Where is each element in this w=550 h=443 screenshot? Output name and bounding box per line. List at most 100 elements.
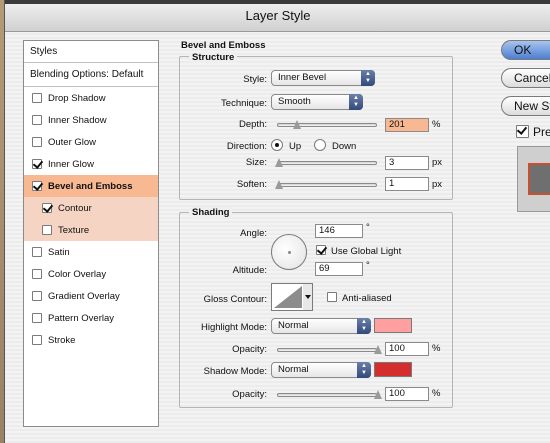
- style-checkbox[interactable]: [32, 247, 42, 257]
- style-item-label: Bevel and Emboss: [48, 180, 133, 192]
- highlight-opacity-label: Opacity:: [232, 344, 267, 355]
- angle-dial[interactable]: [271, 234, 307, 270]
- style-checkbox[interactable]: [32, 159, 42, 169]
- shadow-mode-popup[interactable]: Normal ▲ ▼: [271, 362, 371, 378]
- technique-value: Smooth: [278, 96, 311, 107]
- highlight-mode-popup[interactable]: Normal ▲ ▼: [271, 318, 371, 334]
- style-checkbox[interactable]: [32, 335, 42, 345]
- new-style-button[interactable]: New Style...: [501, 96, 550, 116]
- style-item-outer-glow[interactable]: Outer Glow: [24, 131, 158, 153]
- style-item-pattern-overlay[interactable]: Pattern Overlay: [24, 307, 158, 329]
- popup-arrows-icon: ▲ ▼: [357, 362, 371, 378]
- style-item-label: Inner Glow: [48, 158, 94, 170]
- popup-arrows-icon: ▲ ▼: [349, 94, 363, 110]
- use-global-light-checkbox[interactable]: [316, 245, 326, 255]
- direction-up-radio[interactable]: [271, 139, 283, 151]
- depth-slider-thumb[interactable]: [293, 120, 302, 129]
- highlight-opacity-thumb[interactable]: [374, 345, 383, 354]
- size-slider-track[interactable]: [277, 161, 377, 165]
- ok-button[interactable]: OK: [501, 40, 550, 60]
- style-item-gradient-overlay[interactable]: Gradient Overlay: [24, 285, 158, 307]
- direction-up-label: Up: [289, 141, 302, 152]
- style-popup[interactable]: Inner Bevel ▲ ▼: [271, 70, 375, 86]
- style-item-bevel-and-emboss[interactable]: Bevel and Emboss: [24, 175, 158, 197]
- style-item-label: Inner Shadow: [48, 114, 107, 126]
- title-strip: [5, 0, 550, 4]
- blending-options-item[interactable]: Blending Options: Default: [24, 63, 158, 87]
- style-item-drop-shadow[interactable]: Drop Shadow: [24, 87, 158, 109]
- direction-down-radio[interactable]: [314, 139, 326, 151]
- soften-label: Soften:: [236, 179, 267, 190]
- style-item-label: Color Overlay: [48, 268, 107, 280]
- depth-field[interactable]: 201: [385, 118, 429, 132]
- size-slider-thumb[interactable]: [275, 158, 284, 167]
- style-item-label: Stroke: [48, 334, 76, 346]
- cancel-button[interactable]: Cancel: [501, 68, 550, 88]
- gloss-contour-picker[interactable]: [271, 283, 313, 311]
- highlight-opacity-track[interactable]: [277, 348, 377, 352]
- style-checkbox[interactable]: [32, 137, 42, 147]
- style-item-texture[interactable]: Texture: [24, 219, 158, 241]
- style-item-color-overlay[interactable]: Color Overlay: [24, 263, 158, 285]
- shadow-color-swatch[interactable]: [374, 362, 412, 377]
- highlight-color-swatch[interactable]: [374, 318, 412, 333]
- preview-thumbnail: [517, 146, 550, 212]
- shadow-opacity-thumb[interactable]: [374, 390, 383, 399]
- preview-label: Preview: [533, 125, 550, 139]
- technique-popup[interactable]: Smooth ▲ ▼: [271, 94, 363, 110]
- shadow-opacity-track[interactable]: [277, 393, 377, 397]
- style-checkbox[interactable]: [32, 93, 42, 103]
- style-item-label: Satin: [48, 246, 70, 258]
- anti-aliased-checkbox[interactable]: [327, 292, 337, 302]
- use-global-light-label: Use Global Light: [331, 246, 402, 257]
- shadow-mode-value: Normal: [278, 364, 309, 375]
- popup-arrows-icon: ▲ ▼: [357, 318, 371, 334]
- size-field[interactable]: 3: [385, 156, 429, 170]
- size-unit: px: [432, 157, 443, 168]
- preview-checkbox[interactable]: [516, 125, 529, 138]
- direction-label: Direction:: [226, 141, 267, 152]
- style-item-contour[interactable]: Contour: [24, 197, 158, 219]
- styles-list: Styles Blending Options: Default Drop Sh…: [23, 40, 159, 427]
- altitude-degree: °: [366, 260, 370, 271]
- style-checkbox[interactable]: [32, 181, 42, 191]
- soften-unit: px: [432, 179, 443, 190]
- shadow-opacity-label: Opacity:: [232, 389, 267, 400]
- depth-slider-track[interactable]: [277, 123, 377, 127]
- highlight-mode-value: Normal: [278, 320, 309, 331]
- styles-header[interactable]: Styles: [24, 41, 158, 63]
- style-item-label: Outer Glow: [48, 136, 97, 148]
- altitude-field[interactable]: 69: [315, 262, 363, 276]
- style-item-label: Contour: [58, 202, 92, 214]
- shading-title: Shading: [189, 207, 233, 218]
- style-label: Style:: [243, 74, 267, 85]
- style-checkbox[interactable]: [32, 291, 42, 301]
- angle-field[interactable]: 146: [315, 224, 363, 238]
- highlight-opacity-field[interactable]: 100: [385, 342, 429, 356]
- style-checkbox[interactable]: [42, 225, 52, 235]
- style-checkbox[interactable]: [32, 313, 42, 323]
- style-item-stroke[interactable]: Stroke: [24, 329, 158, 351]
- layer-style-dialog: Layer Style Styles Blending Options: Def…: [4, 0, 550, 443]
- gloss-contour-label: Gloss Contour:: [203, 294, 267, 305]
- title-bar[interactable]: Layer Style: [5, 0, 550, 32]
- style-item-label: Drop Shadow: [48, 92, 106, 104]
- style-checkbox[interactable]: [32, 115, 42, 125]
- shadow-mode-label: Shadow Mode:: [203, 366, 267, 377]
- style-item-inner-shadow[interactable]: Inner Shadow: [24, 109, 158, 131]
- style-checkbox[interactable]: [32, 269, 42, 279]
- style-item-satin[interactable]: Satin: [24, 241, 158, 263]
- soften-slider-thumb[interactable]: [275, 180, 284, 189]
- highlight-opacity-unit: %: [432, 343, 441, 354]
- style-checkbox[interactable]: [42, 203, 52, 213]
- bevel-group-title: Bevel and Emboss: [181, 40, 266, 51]
- structure-title: Structure: [189, 52, 238, 63]
- style-item-inner-glow[interactable]: Inner Glow: [24, 153, 158, 175]
- contour-curve-icon: [274, 284, 312, 310]
- altitude-label: Altitude:: [232, 265, 267, 276]
- style-item-label: Pattern Overlay: [48, 312, 114, 324]
- shadow-opacity-field[interactable]: 100: [385, 387, 429, 401]
- soften-slider-track[interactable]: [277, 183, 377, 187]
- soften-field[interactable]: 1: [385, 177, 429, 191]
- style-item-label: Gradient Overlay: [48, 290, 120, 302]
